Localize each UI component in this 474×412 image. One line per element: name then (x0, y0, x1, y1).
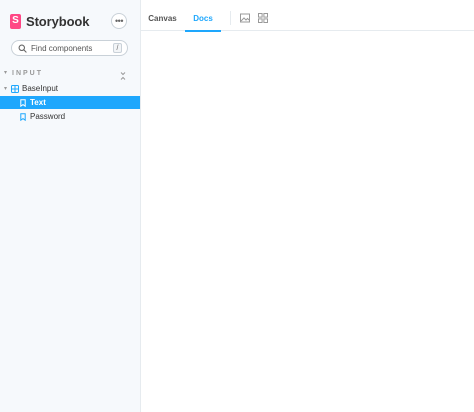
docs-preview (141, 32, 474, 412)
tree-item-label: BaseInput (22, 83, 59, 93)
chevron-down-icon: ▾ (4, 70, 8, 76)
component-icon (11, 84, 19, 93)
chevron-down-icon: ▾ (4, 85, 8, 92)
tab-docs[interactable]: Docs (185, 6, 221, 32)
tree-item-label: Password (30, 111, 66, 121)
bookmark-icon (19, 112, 27, 121)
search-shortcut-key: / (113, 43, 122, 53)
tree-item-label: Text (30, 97, 46, 107)
storybook-logo-icon: S (10, 13, 21, 29)
sidebar: S Storybook ••• / ▾ INPUT (0, 0, 141, 412)
storybook-app: S Storybook ••• / ▾ INPUT (0, 0, 474, 412)
brand-name: Storybook (26, 13, 90, 29)
toolbar: Canvas Docs (141, 6, 474, 32)
search-icon (17, 43, 27, 53)
search-box[interactable]: / (11, 40, 128, 56)
menu-button[interactable]: ••• (111, 13, 127, 29)
collapse-all-icon[interactable] (118, 68, 128, 80)
group-title: INPUT (12, 69, 43, 77)
ellipsis-icon: ••• (115, 15, 123, 26)
image-icon[interactable] (240, 13, 250, 23)
tree-item-baseinput[interactable]: ▾ BaseInput (0, 82, 140, 95)
toolbar-divider (230, 11, 231, 25)
bookmark-icon (19, 98, 27, 107)
brand[interactable]: S Storybook (10, 12, 89, 30)
search-input[interactable] (31, 42, 111, 54)
group-header-input[interactable]: ▾ INPUT (4, 68, 130, 80)
tree-item-password[interactable]: Password (0, 110, 140, 123)
grid-icon[interactable] (258, 13, 268, 23)
tab-canvas[interactable]: Canvas (141, 6, 184, 31)
tree-item-text[interactable]: Text (0, 96, 140, 109)
